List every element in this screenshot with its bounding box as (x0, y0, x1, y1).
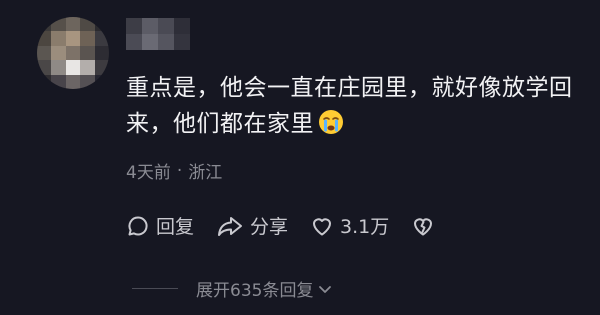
comment-time: 4天前 (126, 163, 171, 183)
share-label: 分享 (250, 216, 289, 238)
broken-heart-icon (414, 217, 433, 235)
share-button[interactable]: 分享 (216, 212, 288, 239)
heart-icon (313, 217, 332, 235)
avatar[interactable] (37, 17, 109, 89)
like-button[interactable]: 3.1万 (310, 212, 389, 239)
comment-body: 重点是，他会一直在庄园里，就好像放学回来，他们都在家里 (126, 75, 573, 137)
comment-bubble-icon (128, 215, 148, 235)
dislike-button[interactable] (411, 214, 435, 238)
like-count: 3.1万 (340, 216, 390, 238)
divider (132, 288, 178, 289)
crying-face-emoji (319, 110, 343, 134)
comment-meta: 4天前 · 浙江 (126, 158, 223, 184)
comment-location: 浙江 (188, 163, 223, 183)
username-blurred[interactable] (126, 18, 190, 50)
expand-replies-button[interactable]: 展开635条回复 (196, 276, 333, 301)
reply-button[interactable]: 回复 (126, 212, 194, 239)
share-arrow-icon (218, 216, 243, 236)
expand-replies-label: 展开635条回复 (196, 281, 314, 301)
meta-separator: · (176, 160, 183, 181)
chevron-down-icon (319, 285, 332, 293)
comment-actions: 回复 分享 3.1万 (126, 212, 457, 239)
expand-replies: 展开635条回复 (132, 276, 333, 301)
reply-label: 回复 (156, 216, 195, 238)
comment-text: 重点是，他会一直在庄园里，就好像放学回来，他们都在家里 (126, 70, 586, 142)
